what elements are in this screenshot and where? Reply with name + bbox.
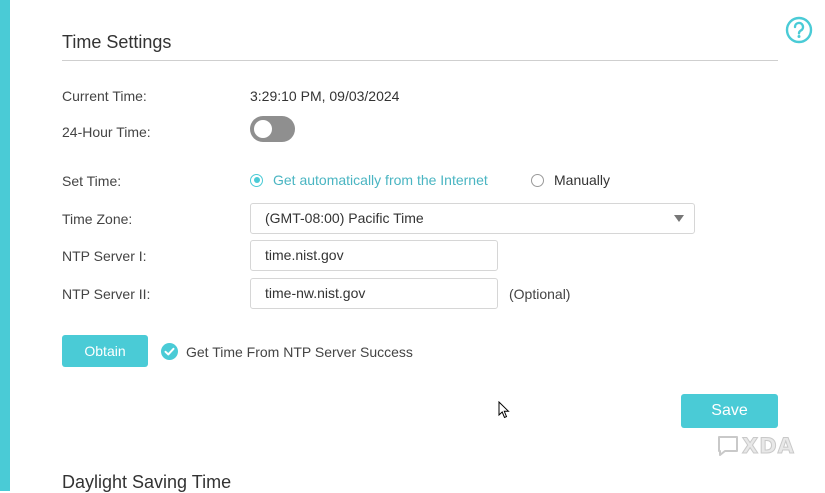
watermark-text: XDA xyxy=(742,434,795,459)
question-circle-icon[interactable] xyxy=(785,16,813,44)
hour24-toggle[interactable] xyxy=(250,116,295,142)
toggle-knob xyxy=(254,120,272,138)
check-circle-icon xyxy=(161,343,178,360)
ntp1-input[interactable]: time.nist.gov xyxy=(250,240,498,271)
ntp1-label: NTP Server I: xyxy=(62,248,147,264)
mouse-cursor-icon xyxy=(498,400,510,424)
current-time-label: Current Time: xyxy=(62,88,147,104)
radio-auto-label: Get automatically from the Internet xyxy=(273,172,488,188)
ntp2-input[interactable]: time-nw.nist.gov xyxy=(250,278,498,309)
obtain-button[interactable]: Obtain xyxy=(62,335,148,367)
section-title-daylight: Daylight Saving Time xyxy=(62,472,232,492)
radio-manually[interactable]: Manually xyxy=(531,172,610,188)
section-divider xyxy=(62,60,778,61)
time-zone-select[interactable]: (GMT-08:00) Pacific Time xyxy=(250,203,695,234)
radio-auto-internet[interactable]: Get automatically from the Internet xyxy=(250,172,488,188)
ntp1-value: time.nist.gov xyxy=(265,247,344,263)
chevron-down-icon xyxy=(674,215,684,222)
radio-unselected-icon xyxy=(531,173,544,187)
xda-watermark: XDA xyxy=(716,434,795,459)
hour24-label: 24-Hour Time: xyxy=(62,124,151,140)
time-zone-label: Time Zone: xyxy=(62,211,133,227)
ntp2-value: time-nw.nist.gov xyxy=(265,285,366,301)
xda-logo-icon xyxy=(718,436,738,456)
ntp-status: Get Time From NTP Server Success xyxy=(161,343,413,360)
ntp2-label: NTP Server II: xyxy=(62,286,151,302)
save-button[interactable]: Save xyxy=(681,394,778,428)
ntp2-optional-hint: (Optional) xyxy=(509,286,571,302)
radio-manual-label: Manually xyxy=(554,172,611,188)
current-time-value: 3:29:10 PM, 09/03/2024 xyxy=(250,88,400,104)
time-zone-value: (GMT-08:00) Pacific Time xyxy=(265,210,424,226)
ntp-status-text: Get Time From NTP Server Success xyxy=(186,343,413,360)
set-time-label: Set Time: xyxy=(62,173,122,189)
section-title-time-settings: Time Settings xyxy=(62,32,172,52)
radio-selected-icon xyxy=(250,173,263,187)
left-accent-bar xyxy=(0,0,10,491)
